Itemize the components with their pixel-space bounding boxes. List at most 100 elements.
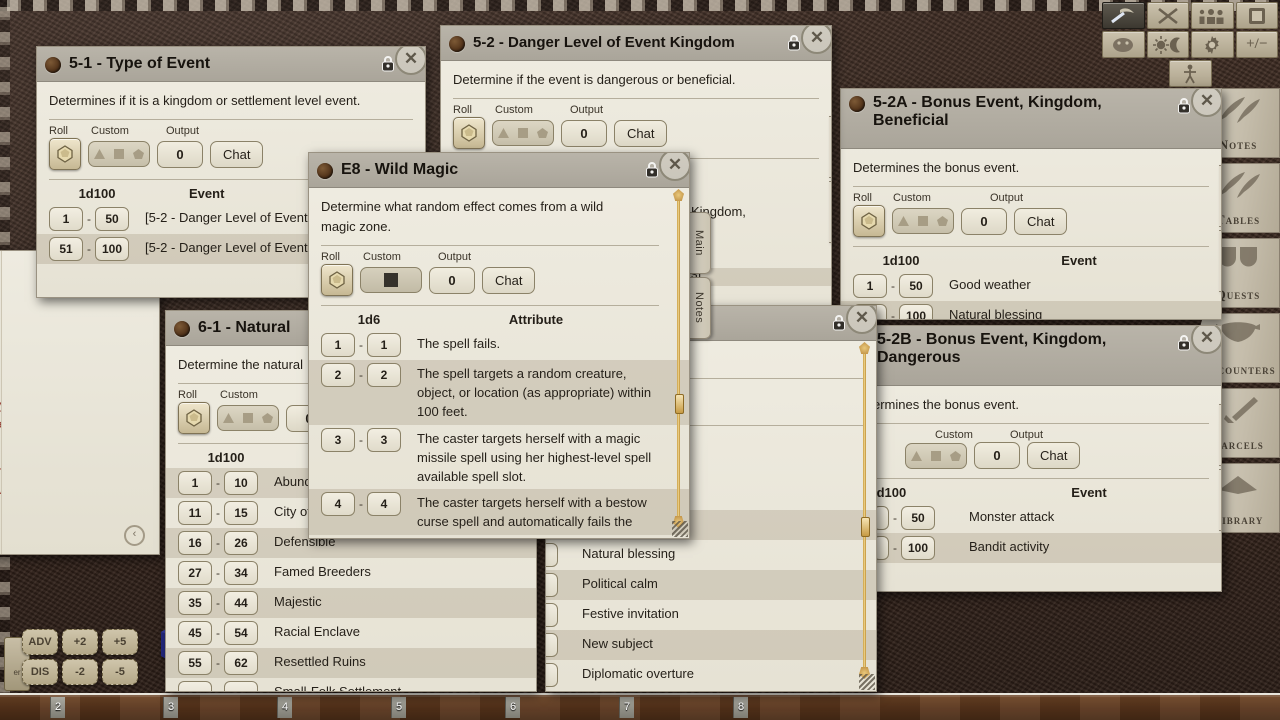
table-row[interactable]: 1 - 50 Good weather	[841, 271, 1221, 301]
window-scrollbar[interactable]	[859, 342, 870, 679]
lock-icon[interactable]	[381, 54, 395, 77]
table-row[interactable]: Festive invitation	[546, 600, 876, 630]
close-icon[interactable]: ✕	[1191, 88, 1222, 117]
roll-die-button[interactable]	[178, 402, 210, 434]
close-icon[interactable]: ✕	[846, 305, 877, 334]
tab-main[interactable]: Main	[1219, 404, 1222, 466]
lock-icon[interactable]	[787, 33, 801, 56]
custom-dice-selector[interactable]	[360, 267, 422, 293]
custom-value-field[interactable]: 0	[561, 120, 607, 147]
custom-value-field[interactable]: 0	[157, 141, 203, 168]
window-menu-dot[interactable]	[45, 57, 61, 73]
custom-value-field[interactable]: 0	[974, 442, 1020, 469]
output-chat-button[interactable]: Chat	[614, 120, 667, 147]
range-min[interactable]: 35	[178, 591, 212, 615]
window-wild-magic[interactable]: E8 - Wild Magic ✕ Determine what random …	[308, 152, 690, 539]
window-bonus-event-beneficial[interactable]: 5-2A - Bonus Event, Kingdom, Beneficial …	[840, 88, 1222, 320]
roll-die-button[interactable]	[49, 138, 81, 170]
scroll-thumb[interactable]	[675, 394, 684, 414]
tab-notes[interactable]: Notes	[1219, 469, 1222, 531]
range-min[interactable]: 11	[178, 501, 212, 525]
table-row[interactable]: 45-54 Racial Enclave	[166, 618, 536, 648]
range-max[interactable]: 15	[224, 501, 258, 525]
toolbar-button-time-of-day[interactable]	[1147, 31, 1190, 58]
toolbar-button-options[interactable]	[1191, 31, 1234, 58]
toolbar-button-combat-tracker[interactable]	[1147, 2, 1190, 29]
table-row[interactable]: - Small-Folk Settlement	[166, 678, 536, 692]
window-scrollbar[interactable]	[673, 189, 684, 528]
tab-main[interactable]: Main	[688, 212, 711, 274]
custom-value-field[interactable]: 0	[961, 208, 1007, 235]
close-icon[interactable]: ✕	[395, 46, 426, 75]
custom-value-field[interactable]: 0	[429, 267, 475, 294]
log-scroll-indicator[interactable]: ‹	[124, 525, 145, 546]
range-min[interactable]	[178, 681, 212, 692]
table-row[interactable]: 27-34 Famed Breeders	[166, 558, 536, 588]
range-max[interactable]: 3	[367, 428, 401, 452]
window-bonus-event-dangerous[interactable]: 5-2B - Bonus Event, Kingdom, Dangerous ✕…	[868, 325, 1222, 592]
range-min[interactable]: 1	[853, 274, 887, 298]
window-menu-dot[interactable]	[317, 163, 333, 179]
mod-button-minus2[interactable]: -2	[62, 659, 98, 685]
range-max[interactable]: 100	[899, 304, 933, 320]
mod-button-plus2[interactable]: +2	[62, 629, 98, 655]
scroll-track[interactable]	[863, 354, 866, 667]
taskbar-slot[interactable]: 5	[391, 697, 406, 718]
range-max[interactable]: 50	[899, 274, 933, 298]
table-row[interactable]: New subject	[546, 630, 876, 660]
table-row[interactable]: Diplomatic overture	[546, 660, 876, 690]
table-row[interactable]: 2-2 The spell targets a random creature,…	[309, 360, 689, 425]
taskbar-slot[interactable]: 8	[733, 697, 748, 718]
tab-notes[interactable]: Notes	[1219, 230, 1222, 292]
roll-die-button[interactable]	[853, 205, 885, 237]
tab-notes[interactable]: Notes	[829, 181, 832, 243]
resize-handle[interactable]	[859, 674, 875, 690]
toolbar-button-effects[interactable]	[1102, 31, 1145, 58]
window-menu-dot[interactable]	[849, 96, 865, 112]
range-min[interactable]: 51	[49, 237, 83, 261]
table-row[interactable]: Natural blessing	[546, 540, 876, 570]
range-max[interactable]: 26	[224, 531, 258, 555]
scroll-track[interactable]	[677, 201, 680, 516]
table-row[interactable]: 55-62 Resettled Ruins	[166, 648, 536, 678]
scroll-thumb[interactable]	[861, 517, 870, 537]
output-chat-button[interactable]: Chat	[1027, 442, 1080, 469]
window-titlebar[interactable]: E8 - Wild Magic ✕	[309, 153, 689, 188]
range-max[interactable]: 50	[95, 207, 129, 231]
range-min[interactable]: 2	[321, 363, 355, 387]
table-row[interactable]: 51 - 100 Natural blessing	[841, 301, 1221, 320]
taskbar-slot[interactable]: 6	[505, 697, 520, 718]
roll-die-button[interactable]	[453, 117, 485, 149]
table-row[interactable]: Political calm	[546, 570, 876, 600]
taskbar-slot[interactable]: 3	[163, 697, 178, 718]
custom-dice-selector[interactable]	[892, 208, 954, 234]
range-min[interactable]: 45	[178, 621, 212, 645]
range-max[interactable]: 44	[224, 591, 258, 615]
range-max[interactable]: 62	[224, 651, 258, 675]
range-min[interactable]: 1	[49, 207, 83, 231]
window-menu-dot[interactable]	[174, 321, 190, 337]
mod-button-minus5[interactable]: -5	[102, 659, 138, 685]
output-chat-button[interactable]: Chat	[1014, 208, 1067, 235]
mod-button-dis[interactable]: DIS	[22, 659, 58, 685]
range-min[interactable]: 27	[178, 561, 212, 585]
taskbar-slot[interactable]: 7	[619, 697, 634, 718]
taskbar-slot[interactable]: 4	[277, 697, 292, 718]
custom-dice-selector[interactable]	[905, 443, 967, 469]
range-min[interactable]: 4	[321, 492, 355, 516]
close-icon[interactable]: ✕	[659, 152, 690, 181]
range-max[interactable]: 2	[367, 363, 401, 387]
table-row[interactable]: 1-1 The spell fails.	[309, 330, 689, 360]
custom-dice-selector[interactable]	[88, 141, 150, 167]
window-titlebar[interactable]: 5-2 - Danger Level of Event Kingdom ✕	[441, 26, 831, 61]
range-max[interactable]: 10	[224, 471, 258, 495]
range-min[interactable]: 55	[178, 651, 212, 675]
range-max[interactable]: 100	[95, 237, 129, 261]
window-titlebar[interactable]: 5-2A - Bonus Event, Kingdom, Beneficial …	[841, 89, 1221, 149]
custom-dice-selector[interactable]	[217, 405, 279, 431]
toolbar-button-party-sheet[interactable]	[1191, 2, 1234, 29]
range-min[interactable]: 1	[178, 471, 212, 495]
roll-die-button[interactable]	[321, 264, 353, 296]
custom-dice-selector[interactable]	[492, 120, 554, 146]
range-max[interactable]: 4	[367, 492, 401, 516]
